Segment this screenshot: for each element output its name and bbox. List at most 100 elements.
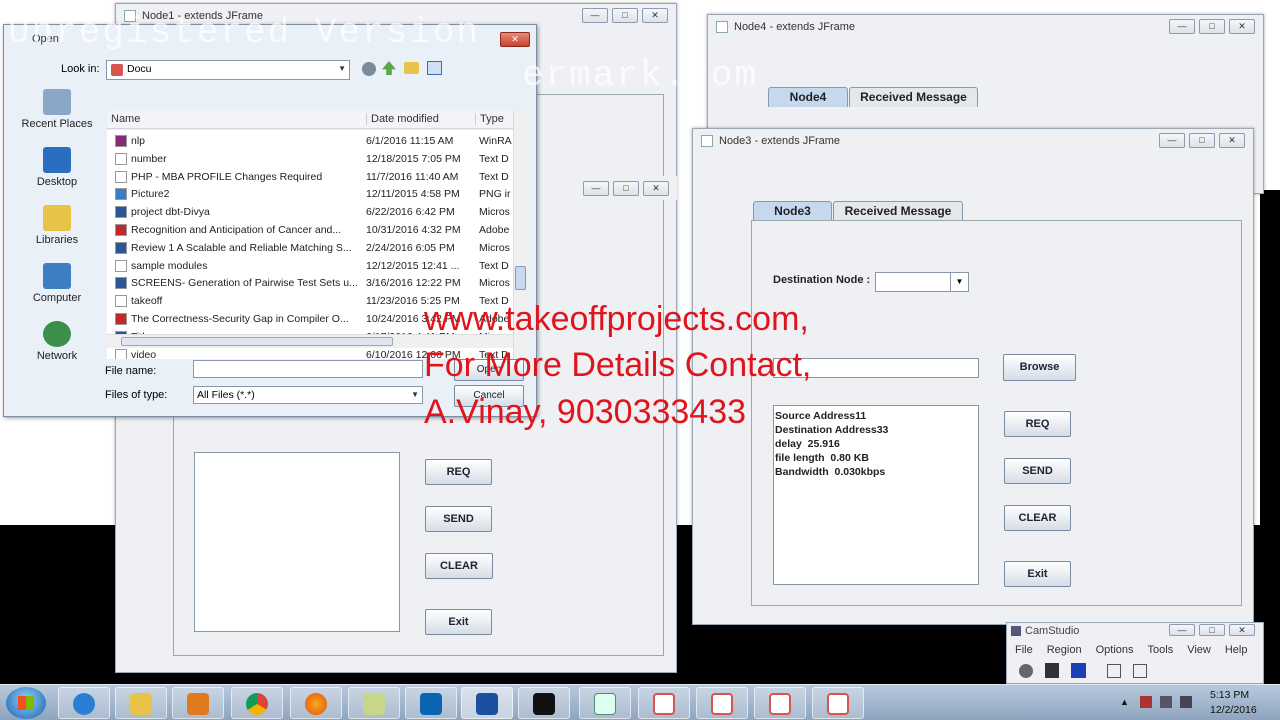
column-name[interactable]: Name [111, 113, 140, 125]
file-row[interactable]: Recognition and Anticipation of Cancer a… [107, 221, 513, 239]
file-name-input[interactable] [193, 360, 423, 378]
minimize-button[interactable]: — [1169, 19, 1195, 34]
taskbar-java-2[interactable] [696, 687, 748, 719]
file-row[interactable]: project dbt-Divya 6/22/2016 6:42 PM Micros [107, 203, 513, 221]
action-center-icon[interactable] [1160, 696, 1172, 708]
browse-button[interactable]: Browse [1003, 354, 1076, 381]
node3-clear-button[interactable]: CLEAR [1004, 505, 1071, 531]
close-button[interactable]: ✕ [642, 8, 668, 23]
new-folder-icon[interactable] [404, 62, 419, 74]
tab-received-message[interactable]: Received Message [833, 201, 963, 221]
taskbar-java-4[interactable] [812, 687, 864, 719]
pdf-file-icon [115, 313, 127, 325]
maximize-button[interactable]: □ [1189, 133, 1215, 148]
place-desktop[interactable]: Desktop [10, 147, 104, 203]
column-type[interactable]: Type [475, 113, 504, 125]
menu-item-file[interactable]: File [1015, 641, 1033, 659]
minimize-button[interactable]: — [583, 181, 609, 196]
taskbar-firefox[interactable] [290, 687, 342, 719]
media-player-icon [187, 693, 209, 715]
scrollbar-thumb[interactable] [121, 337, 393, 346]
clock-date[interactable]: 12/2/2016 [1210, 704, 1257, 716]
node1-clear-button[interactable]: CLEAR [425, 553, 493, 579]
place-recent-places[interactable]: Recent Places [10, 89, 104, 145]
node3-send-button[interactable]: SEND [1004, 458, 1071, 484]
windows-logo-icon [18, 696, 34, 710]
node1-exit-button[interactable]: Exit [425, 609, 492, 635]
taskbar-outlook[interactable] [405, 687, 457, 719]
close-button[interactable]: ✕ [1219, 133, 1245, 148]
file-date: 6/1/2016 11:15 AM [366, 135, 454, 147]
taskbar-chrome[interactable] [231, 687, 283, 719]
file-row[interactable]: Picture2 12/11/2015 4:58 PM PNG ir [107, 185, 513, 203]
file-row[interactable]: Review 1 A Scalable and Reliable Matchin… [107, 239, 513, 257]
view-menu-icon[interactable] [427, 61, 442, 75]
file-row[interactable]: number 12/18/2015 7:05 PM Text D [107, 150, 513, 168]
menu-item-options[interactable]: Options [1096, 641, 1134, 659]
node1-message-area[interactable] [194, 452, 400, 632]
node1-send-button[interactable]: SEND [425, 506, 492, 532]
settings-icon[interactable] [1133, 664, 1147, 678]
taskbar-folder-2[interactable] [348, 687, 400, 719]
taskbar-media-player[interactable] [172, 687, 224, 719]
maximize-button[interactable]: □ [612, 8, 638, 23]
destination-node-select[interactable]: ▼ [875, 272, 969, 292]
file-row[interactable]: nlp 6/1/2016 11:15 AM WinRA [107, 132, 513, 150]
volume-icon[interactable] [1180, 696, 1192, 708]
close-button[interactable]: ✕ [1229, 624, 1255, 636]
taskbar-notepad[interactable] [579, 687, 631, 719]
folder-icon [130, 693, 152, 715]
file-type: Text D [479, 259, 509, 272]
taskbar-java-3[interactable] [754, 687, 806, 719]
tab-node4[interactable]: Node4 [768, 87, 848, 107]
place-network[interactable]: Network [10, 321, 104, 377]
scrollbar-thumb[interactable] [515, 266, 526, 290]
files-of-type-select[interactable]: All Files (*.*) ▼ [193, 386, 423, 404]
tab-received-message[interactable]: Received Message [849, 87, 978, 107]
back-icon[interactable] [362, 62, 376, 76]
stop-icon[interactable] [1071, 663, 1086, 678]
watermark-line2: ermark.com [522, 55, 759, 96]
look-in-select[interactable]: Docu ▼ [106, 60, 350, 80]
tray-arrow-icon[interactable]: ▲ [1120, 697, 1129, 707]
tab-node3[interactable]: Node3 [753, 201, 832, 221]
menu-item-region[interactable]: Region [1047, 641, 1082, 659]
place-libraries[interactable]: Libraries [10, 205, 104, 261]
node3-exit-button[interactable]: Exit [1004, 561, 1071, 587]
network-icon [43, 321, 71, 347]
network-tray-icon[interactable] [1140, 696, 1152, 708]
maximize-button[interactable]: □ [1199, 19, 1225, 34]
txt-file-icon [115, 152, 127, 165]
up-folder-icon[interactable] [382, 61, 396, 75]
file-row[interactable]: PHP - MBA PROFILE Changes Required 11/7/2… [107, 168, 513, 186]
file-row[interactable]: sample modules 12/12/2015 12:41 ... Text D [107, 257, 513, 275]
column-date-modified[interactable]: Date modified [366, 113, 439, 125]
node1-req-button[interactable]: REQ [425, 459, 492, 485]
place-computer[interactable]: Computer [10, 263, 104, 319]
taskbar-cmd[interactable] [518, 687, 570, 719]
close-button[interactable]: ✕ [500, 32, 530, 47]
minimize-button[interactable]: — [1169, 624, 1195, 636]
menu-item-help[interactable]: Help [1225, 641, 1248, 659]
maximize-button[interactable]: □ [1199, 624, 1225, 636]
region-icon[interactable] [1107, 664, 1121, 678]
file-row[interactable]: SCREENS- Generation of Pairwise Test Set… [107, 274, 513, 292]
taskbar-netbeans[interactable] [461, 687, 513, 719]
taskbar-ie[interactable] [58, 687, 110, 719]
close-button[interactable]: ✕ [1229, 19, 1255, 34]
start-button[interactable] [6, 687, 46, 719]
taskbar-explorer[interactable] [115, 687, 167, 719]
command-prompt-icon [533, 693, 555, 715]
minimize-button[interactable]: — [582, 8, 608, 23]
menu-item-view[interactable]: View [1187, 641, 1211, 659]
record-icon[interactable] [1019, 664, 1033, 678]
node3-log-area[interactable]: Source Address11 Destination Address33 d… [773, 405, 979, 585]
minimize-button[interactable]: — [1159, 133, 1185, 148]
close-button[interactable]: ✕ [643, 181, 669, 196]
pause-icon[interactable] [1045, 663, 1059, 678]
menu-item-tools[interactable]: Tools [1148, 641, 1174, 659]
node3-req-button[interactable]: REQ [1004, 411, 1071, 437]
clock-time[interactable]: 5:13 PM [1210, 689, 1249, 701]
taskbar-java-1[interactable] [638, 687, 690, 719]
maximize-button[interactable]: □ [613, 181, 639, 196]
